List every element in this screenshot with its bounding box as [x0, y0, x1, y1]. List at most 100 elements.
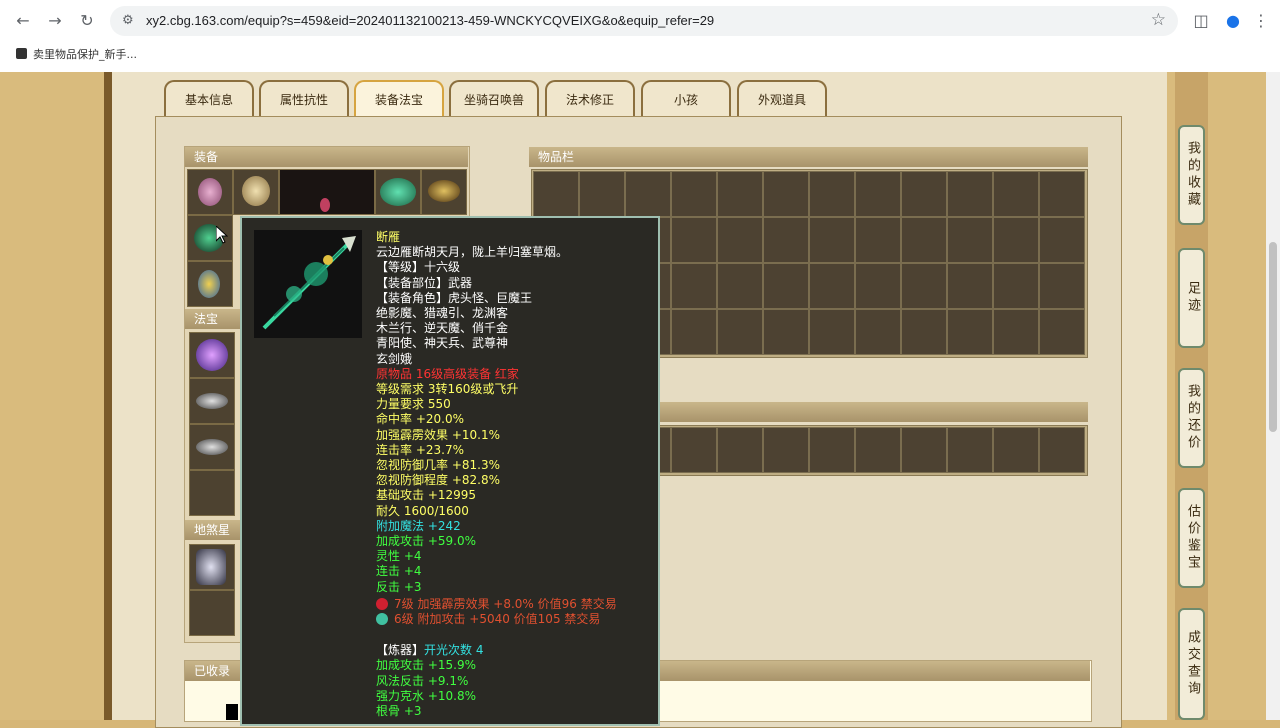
item-slot[interactable]	[717, 263, 763, 309]
weapon-image	[254, 230, 362, 338]
item-slot[interactable]	[1039, 309, 1085, 355]
item-slot[interactable]	[947, 171, 993, 217]
equip-slot[interactable]	[233, 169, 279, 215]
storage-slot[interactable]	[671, 427, 717, 473]
equip-slot[interactable]	[421, 169, 467, 215]
storage-slot[interactable]	[809, 427, 855, 473]
storage-slot[interactable]	[947, 427, 993, 473]
equip-slot[interactable]	[375, 169, 421, 215]
item-slot[interactable]	[947, 217, 993, 263]
footprint-button[interactable]: 足迹	[1178, 248, 1205, 348]
equip-slot[interactable]	[187, 169, 233, 215]
items-header: 物品栏	[529, 147, 1088, 167]
tab-child[interactable]: 小孩	[641, 80, 731, 118]
item-slot[interactable]	[671, 217, 717, 263]
item-slot[interactable]	[717, 217, 763, 263]
item-slot[interactable]	[809, 217, 855, 263]
item-slot[interactable]	[763, 171, 809, 217]
menu-icon[interactable]: ⋮	[1250, 10, 1272, 32]
item-slot[interactable]	[717, 309, 763, 355]
item-slot[interactable]	[671, 309, 717, 355]
item-slot[interactable]	[671, 263, 717, 309]
tab-mounts[interactable]: 坐骑召唤兽	[449, 80, 539, 118]
site-info-icon[interactable]: ⚙	[122, 13, 134, 28]
item-slot[interactable]	[901, 309, 947, 355]
tooltip-line: 加成攻击 +59.0%	[376, 534, 476, 549]
tab-equipment[interactable]: 装备法宝	[354, 80, 444, 118]
fabao-slot-empty[interactable]	[189, 470, 235, 516]
profile-icon[interactable]: ●	[1222, 10, 1244, 32]
item-slot[interactable]	[763, 309, 809, 355]
item-slot[interactable]	[855, 309, 901, 355]
tooltip-line: 力量要求 550	[376, 397, 451, 412]
storage-slot[interactable]	[855, 427, 901, 473]
dishaxing-slot[interactable]	[189, 544, 235, 590]
equip-slot[interactable]	[187, 261, 233, 307]
item-slot[interactable]	[901, 217, 947, 263]
bookmark-star-icon[interactable]: ☆	[1151, 10, 1166, 30]
my-bargain-button[interactable]: 我的还价	[1178, 368, 1205, 468]
item-slot[interactable]	[947, 309, 993, 355]
item-slot[interactable]	[855, 171, 901, 217]
back-icon[interactable]: ←	[12, 10, 34, 32]
equip-slot-wide[interactable]	[279, 169, 375, 215]
item-slot[interactable]	[993, 171, 1039, 217]
item-slot[interactable]	[947, 263, 993, 309]
item-slot[interactable]	[993, 217, 1039, 263]
storage-slot[interactable]	[763, 427, 809, 473]
item-slot[interactable]	[855, 263, 901, 309]
item-slot[interactable]	[671, 171, 717, 217]
item-slot[interactable]	[993, 263, 1039, 309]
item-slot[interactable]	[533, 171, 579, 217]
ornament-icon	[320, 198, 330, 212]
bookmark-item[interactable]: 卖里物品保护_新手...	[16, 46, 137, 62]
mouse-cursor-icon	[216, 226, 228, 244]
item-slot[interactable]	[809, 171, 855, 217]
item-slot[interactable]	[809, 309, 855, 355]
item-slot[interactable]	[625, 171, 671, 217]
item-slot[interactable]	[579, 171, 625, 217]
item-slot[interactable]	[855, 217, 901, 263]
tab-spell-correction[interactable]: 法术修正	[545, 80, 635, 118]
item-slot[interactable]	[901, 171, 947, 217]
gem-text: 6级 附加攻击 +5040 价值105 禁交易	[394, 612, 601, 627]
item-slot[interactable]	[717, 171, 763, 217]
item-slot[interactable]	[763, 217, 809, 263]
storage-slot[interactable]	[1039, 427, 1085, 473]
tooltip-line: 【装备部位】武器	[376, 275, 473, 290]
my-favorites-button[interactable]: 我的收藏	[1178, 125, 1205, 225]
url-text[interactable]: xy2.cbg.163.com/equip?s=459&eid=20240113…	[146, 13, 714, 28]
tooltip-line: 青阳使、神天兵、武尊神	[376, 336, 509, 351]
tab-appearance[interactable]: 外观道具	[737, 80, 827, 118]
sidepanel-icon[interactable]: ◫	[1190, 10, 1212, 32]
tab-attributes[interactable]: 属性抗性	[259, 80, 349, 118]
page-scrollbar[interactable]	[1266, 72, 1280, 720]
reload-icon[interactable]: ↻	[76, 10, 98, 32]
storage-slot[interactable]	[993, 427, 1039, 473]
tooltip-line: 【等级】十六级	[376, 260, 461, 275]
item-tooltip: 断雁 云边雁断胡天月，陇上羊归塞草烟。 【等级】十六级 【装备部位】武器 【装备…	[240, 216, 660, 726]
tooltip-line: 耐久 1600/1600	[376, 503, 469, 518]
fabao-slot[interactable]	[189, 378, 235, 424]
deal-query-button[interactable]: 成交查询	[1178, 608, 1205, 720]
item-slot[interactable]	[901, 263, 947, 309]
item-slot[interactable]	[763, 263, 809, 309]
storage-slot[interactable]	[901, 427, 947, 473]
address-bar[interactable]: ⚙ xy2.cbg.163.com/equip?s=459&eid=202401…	[110, 6, 1178, 36]
tooltip-line: 云边雁断胡天月，陇上羊归塞草烟。	[376, 245, 569, 260]
hat-icon	[198, 178, 222, 206]
item-slot[interactable]	[809, 263, 855, 309]
fabao-slot[interactable]	[189, 332, 235, 378]
item-slot[interactable]	[1039, 217, 1085, 263]
storage-slot[interactable]	[717, 427, 763, 473]
item-slot[interactable]	[1039, 171, 1085, 217]
fabao-slot[interactable]	[189, 424, 235, 470]
item-slot[interactable]	[993, 309, 1039, 355]
forward-icon[interactable]: →	[44, 10, 66, 32]
item-slot[interactable]	[1039, 263, 1085, 309]
dishaxing-slot-empty[interactable]	[189, 590, 235, 636]
appraise-button[interactable]: 估价鉴宝	[1178, 488, 1205, 588]
fabao-whip-icon	[196, 439, 228, 455]
tab-basic-info[interactable]: 基本信息	[164, 80, 254, 118]
scrollbar-thumb[interactable]	[1269, 242, 1277, 432]
